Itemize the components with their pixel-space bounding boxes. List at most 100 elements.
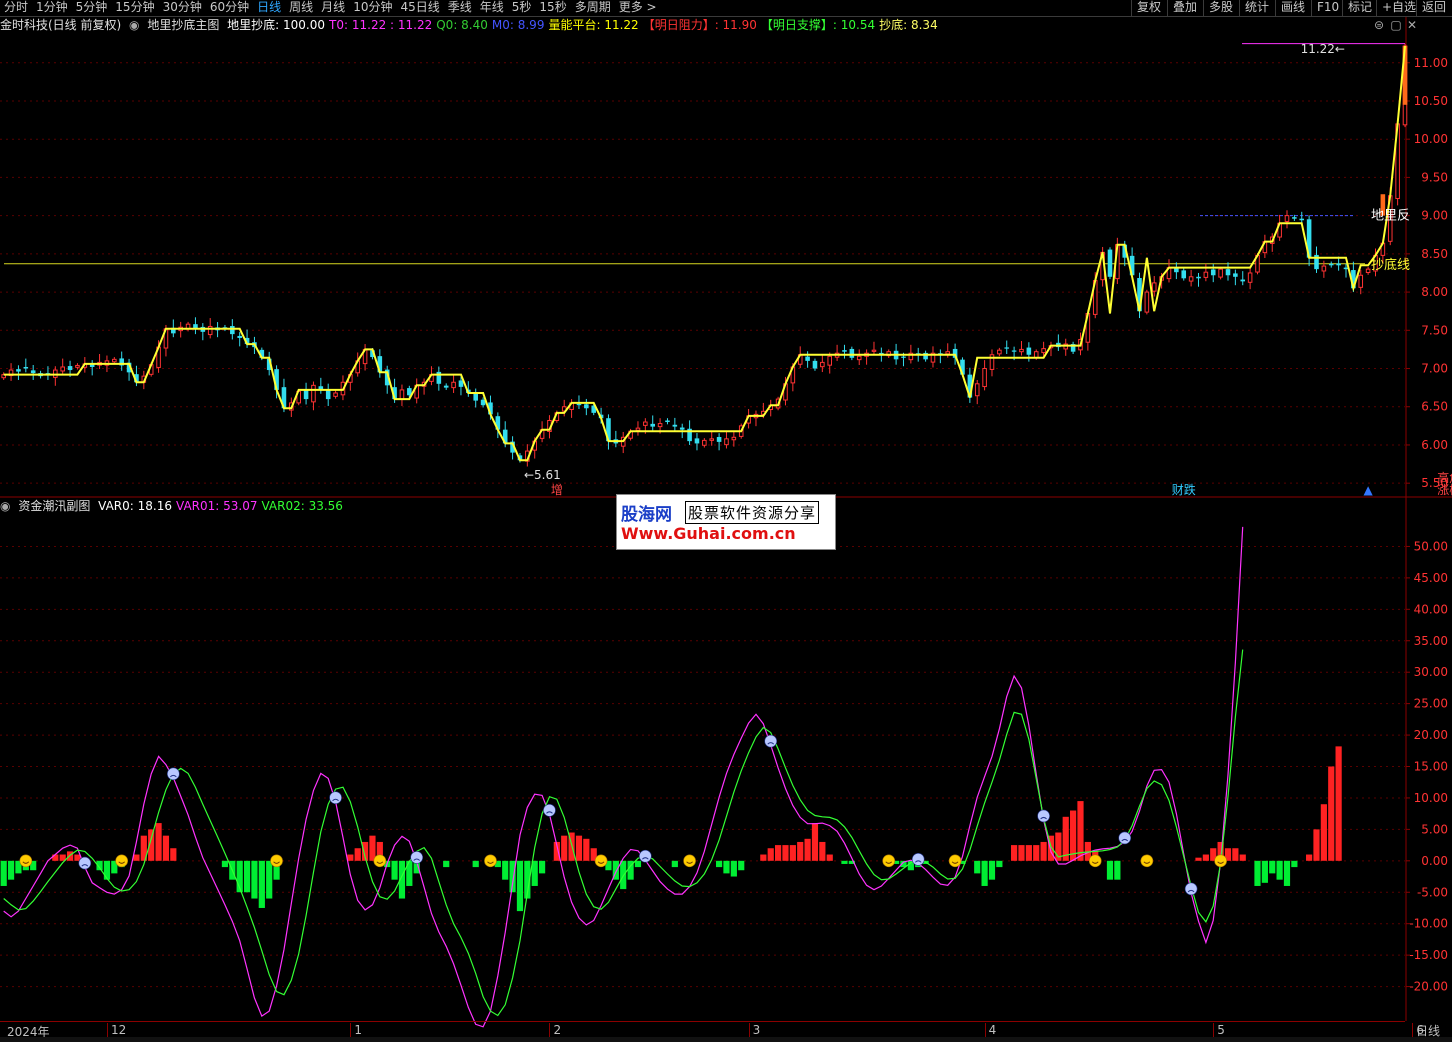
high-price-label: 11.22← <box>1301 42 1345 56</box>
sell-frown-icon-104 <box>764 734 778 748</box>
buy-smiley-icon-165 <box>1214 854 1227 868</box>
sub-tick-label-0: -20.00 <box>1409 980 1448 994</box>
candle-body-116 <box>856 355 862 361</box>
candle-body-174 <box>1284 215 1290 222</box>
candle-body-181 <box>1336 263 1341 266</box>
candle-body-89 <box>657 423 663 428</box>
flow-bar-78 <box>575 835 583 861</box>
flow-bar-168 <box>1239 854 1246 861</box>
flow-bar-109 <box>804 838 811 861</box>
candle-body-122 <box>901 356 906 358</box>
candle-body-54 <box>399 389 405 400</box>
sell-frown-icon-141 <box>1037 809 1050 823</box>
sell-frown-icon-152 <box>1118 831 1132 845</box>
flow-bar-30 <box>221 860 229 868</box>
candle-body-155 <box>1144 291 1150 313</box>
sell-frown-icon-124 <box>911 853 925 866</box>
sell-frown-icon-87 <box>639 849 652 863</box>
date-label-4: 3 <box>748 1023 760 1037</box>
flow-bar-36 <box>266 860 273 899</box>
watermark-banner: 股海网 股票软件资源分享 Www.Guhai.com.cn <box>616 494 836 550</box>
sub-tick-label-8: 20.00 <box>1414 728 1448 742</box>
flow-bar-174 <box>1283 860 1291 886</box>
sub-tick-label-1: -15.00 <box>1409 948 1448 962</box>
flow-bar-68 <box>502 860 509 880</box>
flow-bar-99 <box>730 860 737 877</box>
date-label-3: 2 <box>549 1023 561 1037</box>
candle-body-112 <box>827 355 833 366</box>
flow-bar-73 <box>538 860 546 874</box>
candle-body-96 <box>709 438 715 441</box>
flow-bar-162 <box>1195 857 1202 861</box>
candle-body-91 <box>672 424 678 427</box>
flow-bar-108 <box>797 841 804 861</box>
flow-bar-172 <box>1269 860 1276 874</box>
candle-body-180 <box>1328 263 1334 266</box>
buy-smiley-icon-37 <box>270 854 283 868</box>
flow-bar-70 <box>516 860 524 912</box>
flow-bar-18 <box>133 854 140 861</box>
signal-4: 高危 <box>1437 470 1452 485</box>
main-tick-label-5: 8.00 <box>1421 285 1448 299</box>
flow-bar-48 <box>354 848 361 861</box>
flow-bar-97 <box>715 860 723 868</box>
sub-tick-label-2: -10.00 <box>1409 917 1448 931</box>
buy-smiley-icon-120 <box>882 854 896 868</box>
date-label-2: 1 <box>350 1023 362 1037</box>
main-tick-label-9: 10.00 <box>1414 132 1448 146</box>
main-tick-label-7: 9.00 <box>1421 209 1448 223</box>
flow-bar-178 <box>1313 829 1320 861</box>
watermark-logo: 股海网 <box>621 505 672 525</box>
main-tick-label-3: 7.00 <box>1421 362 1448 376</box>
candle-body-109 <box>805 356 810 361</box>
candle-body-128 <box>945 351 951 355</box>
candle-body-150 <box>1107 249 1113 277</box>
buy-smiley-icon-16 <box>115 854 128 868</box>
candle-body-184 <box>1358 274 1364 288</box>
candle-body-86 <box>635 427 641 431</box>
flow-bar-35 <box>258 860 265 908</box>
main-tick-label-11: 11.00 <box>1414 56 1448 70</box>
buy-smiley-icon-93 <box>683 854 696 868</box>
candle-body-28 <box>207 325 213 336</box>
flow-bar-134 <box>988 860 996 880</box>
candle-body-179 <box>1321 265 1327 272</box>
flow-bar-139 <box>1025 845 1032 861</box>
candle-body-111 <box>820 361 825 368</box>
sub-tick-label-6: 10.00 <box>1414 791 1448 805</box>
flow-bar-140 <box>1033 845 1040 861</box>
candle-body-95 <box>702 439 707 446</box>
candle-body-4 <box>30 370 36 374</box>
flow-bar-135 <box>996 860 1003 868</box>
footer-bar <box>0 1037 1452 1042</box>
candle-body-87 <box>643 421 648 426</box>
candle-body-8 <box>60 366 65 372</box>
watermark-subtitle: 股票软件资源分享 <box>685 501 820 524</box>
candle-body-78 <box>576 403 582 406</box>
flow-bar-170 <box>1254 860 1261 886</box>
candle-body-92 <box>679 427 685 430</box>
candle-body-2 <box>16 369 21 372</box>
candle-body-98 <box>724 438 729 446</box>
flow-bar-150 <box>1106 860 1114 880</box>
candle-body-62 <box>458 380 464 387</box>
candle-body-94 <box>694 438 700 444</box>
candle-body-175 <box>1292 217 1297 219</box>
signal-0: 增 <box>551 483 563 497</box>
line-label-support: 抄底线 <box>1371 257 1410 273</box>
sell-frown-icon-74 <box>543 803 556 817</box>
flow-bar-132 <box>974 860 981 874</box>
sell-frown-icon-11 <box>78 856 92 870</box>
candle-body-9 <box>67 366 73 371</box>
flow-bar-7 <box>52 854 59 861</box>
flow-bar-53 <box>391 860 398 880</box>
candle-body-64 <box>473 393 478 401</box>
flow-bar-181 <box>1335 746 1342 861</box>
candle-body-137 <box>1011 350 1017 352</box>
sub-tick-label-11: 35.00 <box>1414 634 1448 648</box>
flow-bar-98 <box>723 860 730 874</box>
flow-bar-76 <box>561 835 568 861</box>
flow-bar-79 <box>583 838 590 861</box>
flow-bar-111 <box>819 841 826 861</box>
flow-bar-0 <box>0 860 7 886</box>
